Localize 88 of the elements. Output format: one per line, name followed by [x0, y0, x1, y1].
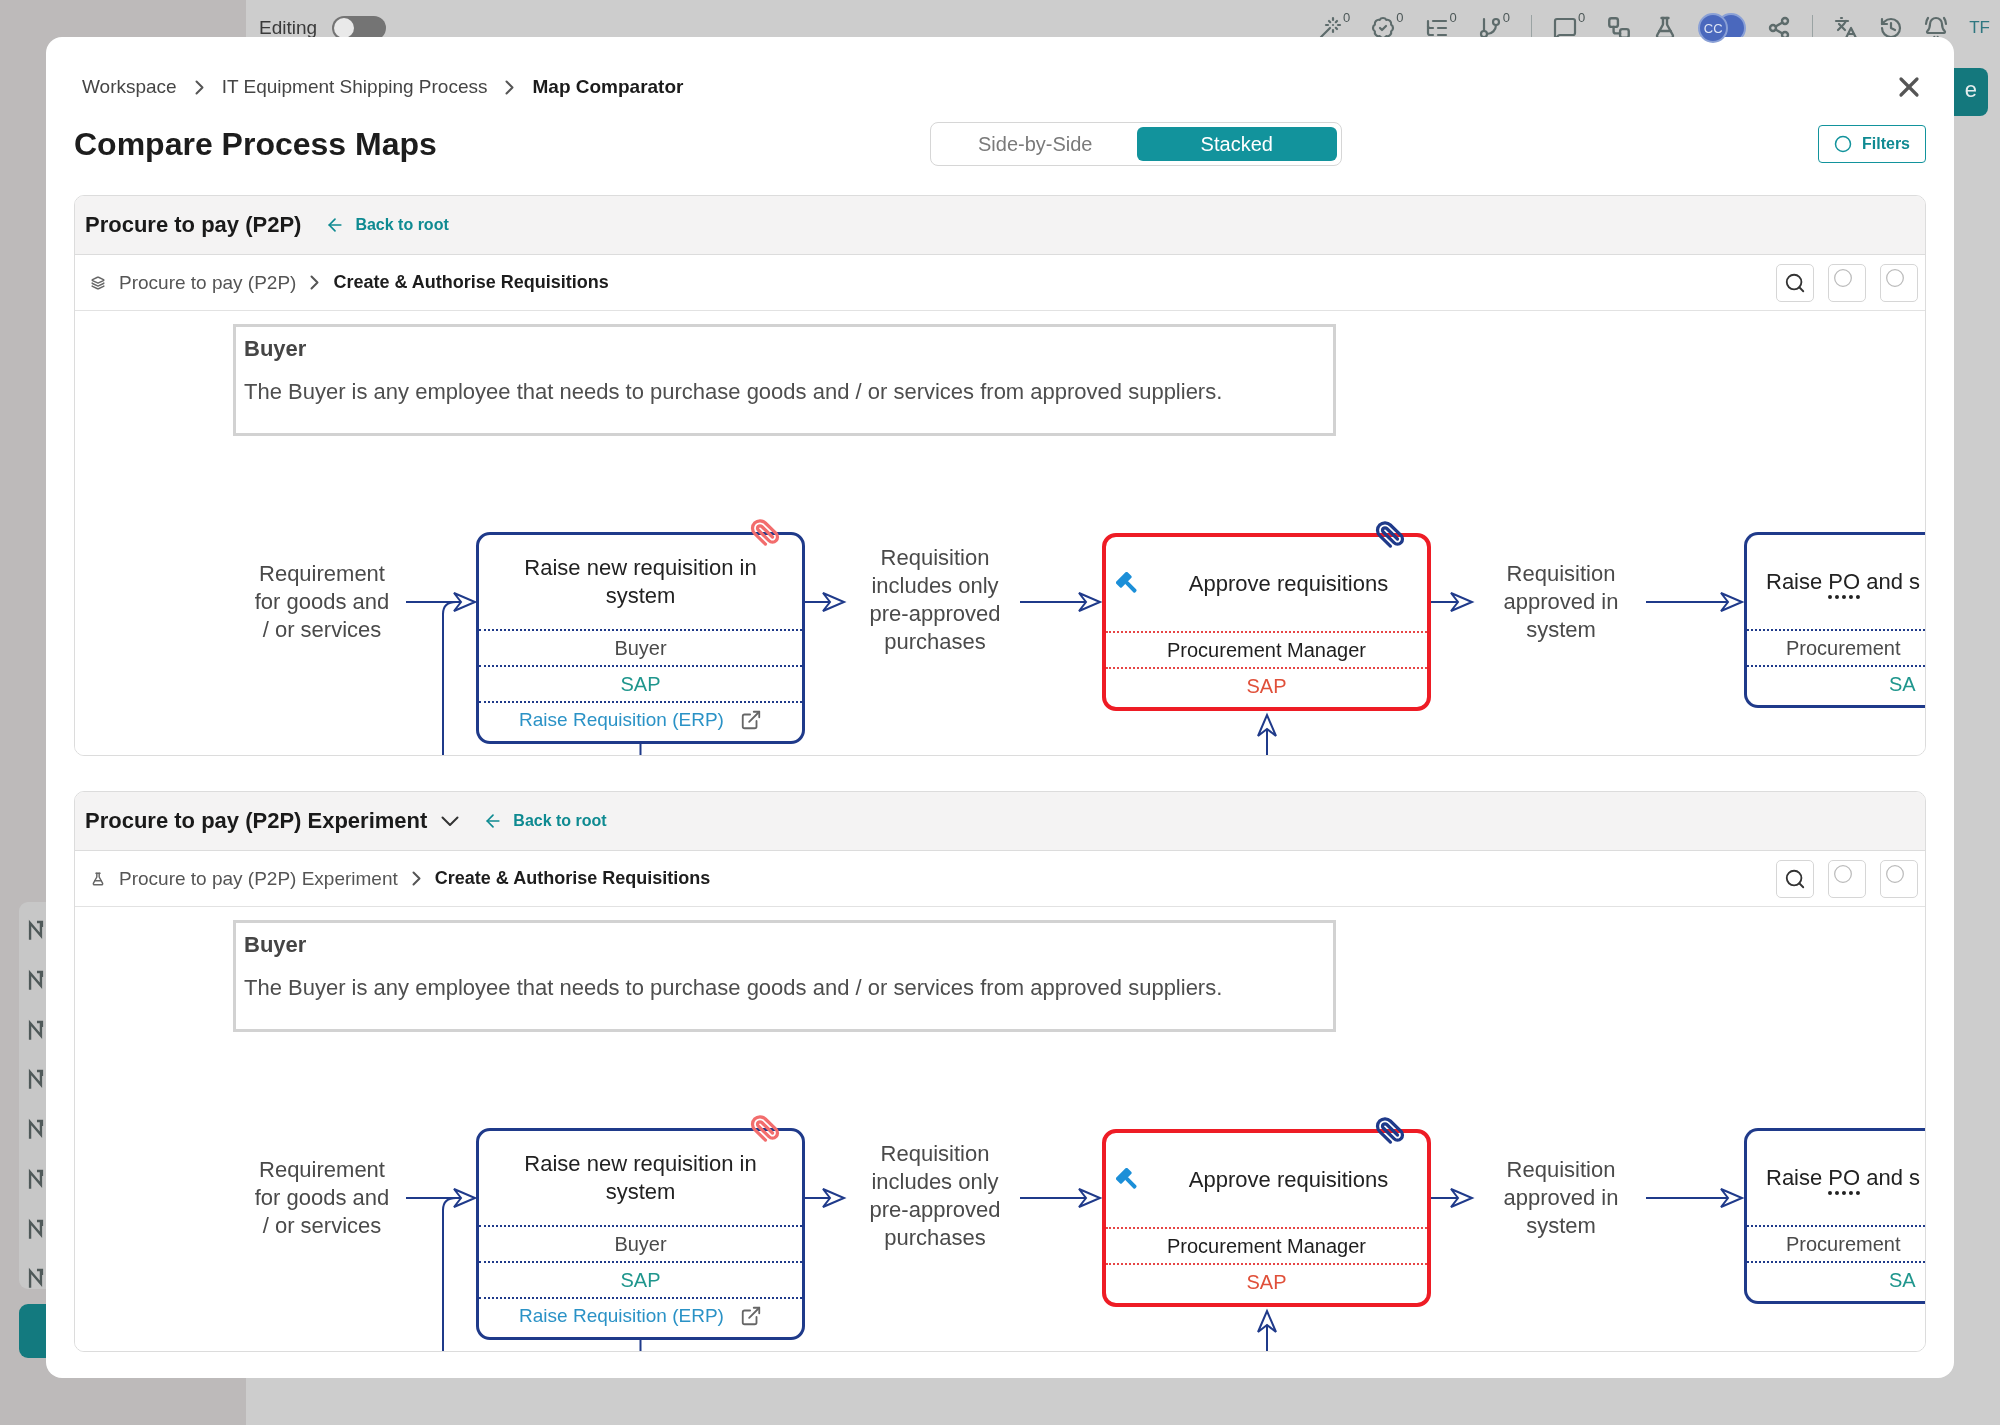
task-title: Raise new requisition in system	[523, 554, 758, 610]
view-mode-tab[interactable]: Side-by-Side	[935, 127, 1136, 161]
search-icon	[1784, 867, 1806, 890]
system-label: SA	[1889, 672, 1916, 696]
system-label: SAP	[620, 672, 661, 696]
zigzag-icon[interactable]	[27, 1217, 45, 1240]
task-title: Approve requisitions	[1187, 570, 1390, 598]
system-label: SAP	[620, 1268, 661, 1292]
zigzag-icon[interactable]	[27, 968, 45, 991]
circle-icon	[1885, 267, 1905, 288]
system-label: SAP	[1246, 674, 1287, 698]
requisition-link[interactable]: Raise Requisition (ERP)	[519, 709, 724, 731]
external-link-icon[interactable]	[739, 1305, 762, 1327]
chevron-down-icon	[441, 815, 460, 827]
circle-icon	[1833, 863, 1853, 884]
breadcrumb-link[interactable]: Workspace	[82, 76, 177, 98]
role-label: Buyer	[614, 1232, 667, 1256]
dropdown-button[interactable]	[441, 815, 460, 827]
task-title: Raise new requisition in system	[523, 1150, 758, 1206]
editing-label: Editing	[259, 17, 318, 39]
header-button[interactable]: e	[1954, 68, 1988, 116]
chevron-right-icon	[411, 871, 421, 886]
breadcrumb-link[interactable]: Map Comparator	[532, 76, 684, 98]
task-title: Raise PO and s	[1766, 1164, 1921, 1192]
lane-description: The Buyer is any employee that needs to purchase goods and / or services from approved suppliers.	[244, 379, 1224, 405]
role-label: Buyer	[614, 636, 667, 660]
path-item[interactable]: Procure to pay (P2P)	[119, 271, 297, 294]
event-label: Requirement for goods and / or services	[253, 1156, 391, 1240]
system-label: SAP	[1246, 1270, 1287, 1294]
zigzag-icon[interactable]	[27, 1267, 45, 1289]
notification-count: 0	[1502, 10, 1510, 25]
search-button[interactable]	[1776, 859, 1814, 898]
back-link[interactable]: Back to root	[325, 215, 449, 235]
translate-icon[interactable]	[1834, 16, 1859, 40]
notification-count: 0	[1343, 10, 1351, 25]
share-icon[interactable]	[1767, 16, 1792, 40]
history-icon[interactable]	[1879, 16, 1904, 40]
chevron-right-icon	[310, 275, 320, 290]
task-title: Raise PO and s	[1766, 568, 1921, 596]
zigzag-icon[interactable]	[27, 1018, 45, 1041]
path-item[interactable]: Procure to pay (P2P) Experiment	[119, 867, 398, 890]
circle-icon	[1833, 267, 1853, 288]
zigzag-icon[interactable]	[27, 1068, 45, 1090]
role-label: Procurement Manager	[1167, 638, 1366, 662]
chat-icon[interactable]	[1553, 16, 1577, 40]
task-title: Approve requisitions	[1187, 1166, 1390, 1194]
search-button[interactable]	[1776, 263, 1814, 302]
breadcrumb-link[interactable]: IT Equipment Shipping Process	[221, 76, 488, 98]
chevron-right-icon	[505, 79, 515, 95]
back-link[interactable]: Back to root	[483, 811, 607, 831]
circle-icon	[1885, 863, 1905, 884]
panel-title: Procure to pay (P2P)	[85, 212, 302, 238]
notification-count: 0	[1578, 10, 1586, 25]
editing-toggle[interactable]	[332, 16, 387, 40]
branch-icon[interactable]	[1477, 16, 1502, 40]
event-label: Requirement for goods and / or services	[253, 560, 391, 644]
event-label: Requisition includes only pre-approved purchases	[868, 1140, 1002, 1252]
lane-description: The Buyer is any employee that needs to purchase goods and / or services from approved suppliers.	[244, 975, 1224, 1001]
role-label: Procurement	[1786, 636, 1901, 660]
role-label: Procurement	[1786, 1232, 1901, 1256]
panel-title: Procure to pay (P2P) Experiment	[85, 808, 428, 834]
role-label: Procurement Manager	[1167, 1234, 1366, 1258]
path-item[interactable]: Create & Authorise Requisitions	[434, 868, 711, 889]
filters-button[interactable]: Filters	[1818, 125, 1926, 163]
circle-icon	[1834, 135, 1852, 153]
requisition-link[interactable]: Raise Requisition (ERP)	[519, 1305, 724, 1327]
notification-count: 0	[1396, 10, 1404, 25]
search-icon	[1784, 271, 1806, 294]
zigzag-icon[interactable]	[27, 1167, 45, 1190]
badge-check-icon[interactable]	[1371, 16, 1396, 40]
lane-title: Buyer	[244, 932, 308, 958]
system-label: SA	[1889, 1268, 1916, 1292]
event-label: Requisition includes only pre-approved purchases	[868, 544, 1002, 656]
external-link-icon[interactable]	[739, 709, 762, 731]
event-label: Requisition approved in system	[1502, 1156, 1620, 1240]
zigzag-icon[interactable]	[27, 919, 45, 941]
zigzag-icon[interactable]	[27, 1118, 45, 1140]
bell-icon[interactable]	[1924, 16, 1949, 40]
user-avatar[interactable]: CC	[1698, 13, 1729, 43]
lane-title: Buyer	[244, 336, 308, 362]
view-mode-tab[interactable]: Stacked	[1136, 127, 1337, 161]
path-item[interactable]: Create & Authorise Requisitions	[333, 272, 609, 293]
dialog-title: Compare Process Maps	[74, 125, 438, 163]
user-initials[interactable]: TF	[1969, 18, 1990, 38]
event-label: Requisition approved in system	[1502, 560, 1620, 644]
notification-count: 0	[1449, 10, 1457, 25]
wand-icon[interactable]	[1318, 16, 1343, 40]
chevron-right-icon	[194, 79, 204, 95]
